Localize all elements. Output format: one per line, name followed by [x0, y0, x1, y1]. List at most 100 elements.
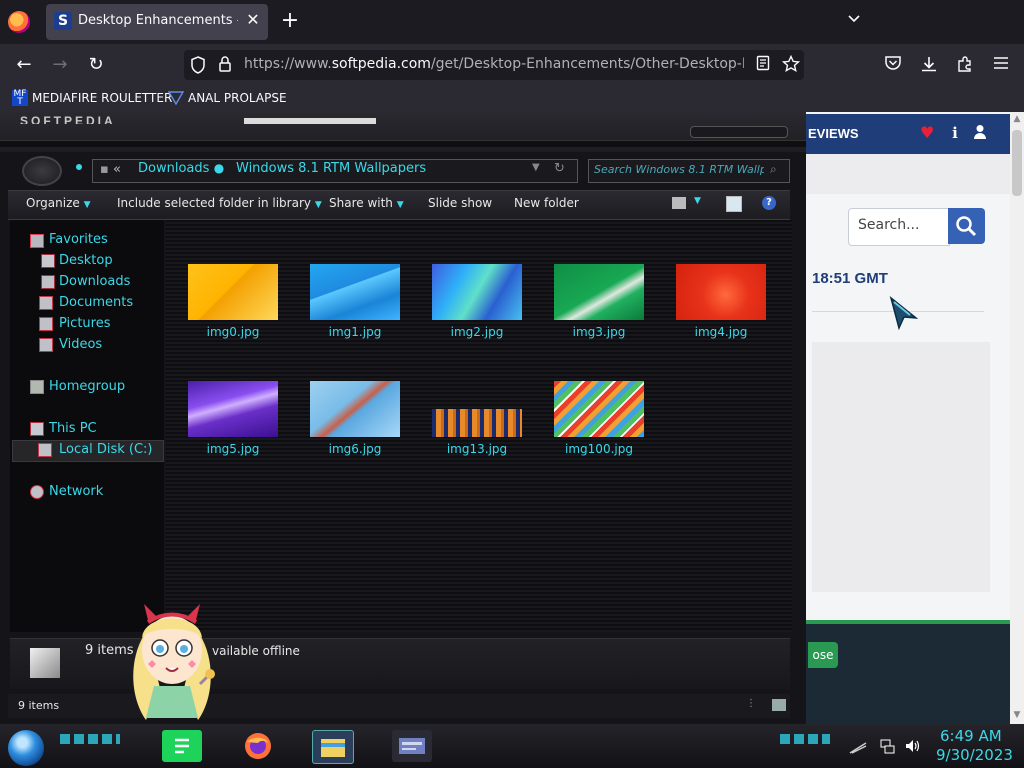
nav-homegroup[interactable]: Homegroup [49, 379, 125, 397]
user-icon[interactable] [972, 124, 988, 144]
preview-pane-icon[interactable] [726, 196, 742, 212]
nav-reviews-link[interactable]: EVIEWS [808, 126, 868, 144]
firefox-icon[interactable] [8, 11, 30, 33]
taskbar-file-explorer-icon[interactable] [312, 730, 354, 764]
address-prefix[interactable]: ▪ « [100, 162, 124, 178]
scrollbar-thumb[interactable] [1012, 130, 1022, 196]
reload-button[interactable]: ↻ [84, 54, 108, 76]
file-name-img13[interactable]: img13.jpg [422, 442, 532, 458]
refresh-icon[interactable]: ↻ [554, 161, 570, 179]
tab-close-icon[interactable]: ✕ [244, 10, 262, 32]
bookmark-mediafire[interactable]: MEDIAFIRE ROULETTER [32, 91, 172, 107]
start-button[interactable] [8, 730, 44, 766]
forward-button[interactable]: → [48, 54, 72, 76]
show-hidden-icons-icon[interactable] [848, 740, 868, 754]
web-content-panel [812, 342, 990, 592]
pictures-icon [39, 317, 53, 331]
file-name-img100[interactable]: img100.jpg [544, 442, 654, 458]
include-in-library-button[interactable]: Include selected folder in library ▼ [117, 196, 322, 212]
nav-downloads[interactable]: Downloads [59, 274, 130, 292]
clock-time[interactable]: 6:49 AM [940, 727, 1010, 745]
web-search-button[interactable] [948, 208, 985, 244]
shield-icon[interactable] [190, 56, 206, 74]
clock-date[interactable]: 9/30/2023 [936, 746, 1013, 764]
new-tab-button[interactable]: + [280, 8, 300, 34]
thumbnail-img13[interactable] [432, 409, 522, 437]
nav-this-pc[interactable]: This PC [49, 421, 97, 439]
taskbar-notes-app-icon[interactable] [162, 730, 202, 762]
pocket-icon[interactable] [882, 55, 904, 75]
breadcrumb-separator[interactable]: ● [212, 161, 226, 179]
lock-icon[interactable] [218, 55, 232, 73]
organize-button[interactable]: Organize ▼ [26, 196, 91, 212]
search-icon[interactable]: ⌕ [770, 162, 784, 178]
videos-icon [39, 338, 53, 352]
bookmark-anal-prolapse[interactable]: ANAL PROLAPSE [188, 91, 287, 107]
file-name-img3[interactable]: img3.jpg [544, 325, 654, 341]
scroll-up-icon[interactable]: ▲ [1010, 114, 1024, 128]
info-icon[interactable]: i [948, 124, 962, 144]
breadcrumb-downloads[interactable]: Downloads [138, 161, 209, 179]
file-name-img4[interactable]: img4.jpg [666, 325, 776, 341]
list-all-tabs-icon[interactable] [844, 10, 864, 30]
new-folder-button[interactable]: New folder [514, 196, 579, 212]
volume-tray-icon[interactable] [904, 738, 920, 754]
web-close-button[interactable]: ose [808, 642, 838, 668]
back-forward-orb[interactable] [22, 156, 62, 186]
url-text[interactable]: https://www.softpedia.com/get/Desktop-En… [244, 56, 744, 74]
extensions-icon[interactable] [954, 55, 976, 75]
reader-view-icon[interactable] [752, 55, 774, 75]
help-icon[interactable]: ? [762, 196, 776, 210]
page-scrollbar[interactable] [1010, 112, 1024, 724]
taskbar-decoration-right [780, 734, 830, 744]
file-name-img0[interactable]: img0.jpg [178, 325, 288, 341]
web-search-placeholder: Search... [858, 217, 920, 233]
thumbnail-img2[interactable] [432, 264, 522, 320]
address-dropdown-icon[interactable]: ▼ [532, 162, 546, 178]
taskbar-firefox-icon[interactable] [238, 730, 278, 762]
back-button[interactable]: ← [12, 54, 36, 76]
details-view-icon[interactable]: ⋮ [746, 698, 756, 712]
taskbar-window-icon[interactable] [392, 730, 432, 762]
update-time: 18:51 GMT [812, 270, 888, 287]
file-name-img6[interactable]: img6.jpg [300, 442, 410, 458]
thumbnail-img0[interactable] [188, 264, 278, 320]
file-name-img1[interactable]: img1.jpg [300, 325, 410, 341]
nav-pictures[interactable]: Pictures [59, 316, 110, 334]
thumbnail-img1[interactable] [310, 264, 400, 320]
change-view-icon[interactable] [672, 197, 686, 209]
tab-title: Desktop Enhancements - Other [78, 13, 238, 28]
softpedia-icon: S [54, 12, 72, 30]
thumbnail-img5[interactable] [188, 381, 278, 437]
network-tray-icon[interactable] [880, 738, 896, 754]
thumbnail-view-icon[interactable] [772, 699, 786, 711]
heart-icon[interactable]: ♥ [920, 123, 940, 143]
taskbar-decoration [60, 734, 120, 744]
network-icon [30, 485, 44, 499]
breadcrumb-wallpapers[interactable]: Windows 8.1 RTM Wallpapers [236, 161, 426, 179]
nav-videos[interactable]: Videos [59, 337, 102, 355]
nav-network[interactable]: Network [49, 484, 103, 502]
file-name-img5[interactable]: img5.jpg [178, 442, 288, 458]
bookmark-star-icon[interactable] [780, 54, 802, 75]
thumbnail-img4[interactable] [676, 264, 766, 320]
nav-dot-icon [76, 164, 82, 170]
desktop-icon [41, 254, 55, 268]
thumbnail-img6[interactable] [310, 381, 400, 437]
scroll-down-icon[interactable]: ▼ [1010, 710, 1024, 724]
file-name-img2[interactable]: img2.jpg [422, 325, 532, 341]
nav-local-disk[interactable]: Local Disk (C:) [59, 442, 152, 460]
share-with-button[interactable]: Share with ▼ [329, 196, 404, 212]
downloads-icon[interactable] [918, 55, 940, 75]
nav-desktop[interactable]: Desktop [59, 253, 113, 271]
nav-favorites[interactable]: Favorites [49, 232, 108, 250]
slide-show-button[interactable]: Slide show [428, 196, 492, 212]
details-offline-status: vailable offline [212, 644, 300, 658]
nav-documents[interactable]: Documents [59, 295, 133, 313]
thumbnail-img100[interactable] [554, 381, 644, 437]
thumbnail-img3[interactable] [554, 264, 644, 320]
view-dropdown-icon[interactable]: ▼ [694, 196, 704, 210]
window-control-plate[interactable] [690, 126, 788, 138]
this-pc-icon [30, 422, 44, 436]
menu-icon[interactable] [990, 55, 1012, 75]
